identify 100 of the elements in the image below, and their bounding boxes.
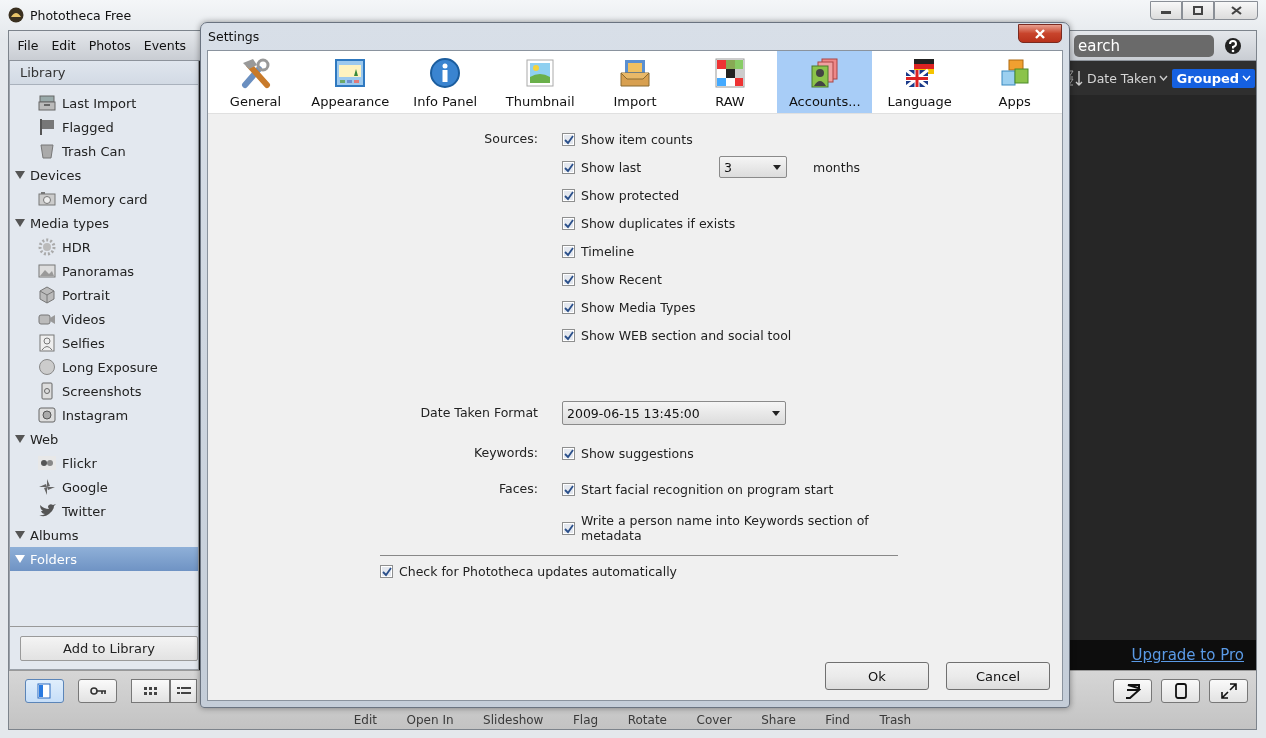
trash-icon <box>38 142 56 160</box>
grouping-button[interactable]: Grouped <box>1172 68 1256 88</box>
months-dropdown[interactable]: 3 <box>719 156 787 178</box>
tree-item[interactable]: Last Import <box>10 91 198 115</box>
checkbox[interactable] <box>562 188 575 202</box>
action-label: Share <box>761 713 796 727</box>
field-label: Date Taken Format <box>419 404 538 422</box>
search-field[interactable]: earch <box>1074 34 1214 57</box>
triangle-icon[interactable] <box>15 170 25 180</box>
triangle-icon[interactable] <box>15 530 25 540</box>
settings-tab[interactable]: Appearance <box>302 51 398 113</box>
checkbox[interactable] <box>562 328 575 342</box>
tree-section[interactable]: Media types <box>10 211 198 235</box>
checkbox[interactable] <box>380 565 393 578</box>
triangle-icon[interactable] <box>15 218 25 228</box>
sidebar-toggle-icon <box>36 683 53 699</box>
tree-item[interactable]: Memory card <box>10 187 198 211</box>
checkbox[interactable] <box>562 446 575 460</box>
camera-icon <box>38 190 56 208</box>
settings-tab[interactable]: Apps <box>967 51 1062 113</box>
checkbox[interactable] <box>562 244 575 258</box>
tablet-button[interactable] <box>1161 679 1200 703</box>
tree-item[interactable]: Portrait <box>10 283 198 307</box>
fullscreen-button[interactable] <box>1209 679 1248 703</box>
tree-item[interactable]: Instagram <box>10 403 198 427</box>
checkbox[interactable] <box>562 482 575 496</box>
action-label: Slideshow <box>483 713 544 727</box>
tree-section[interactable]: Web <box>10 427 198 451</box>
dialog-title: Settings <box>208 29 260 44</box>
settings-tab[interactable]: Import <box>587 51 683 113</box>
close-button[interactable] <box>1018 24 1062 43</box>
cube-icon <box>38 286 56 304</box>
sidebar-toggle-button[interactable] <box>25 679 64 703</box>
help-icon[interactable] <box>1224 36 1242 55</box>
tree-item[interactable]: Panoramas <box>10 259 198 283</box>
picture-frame-icon <box>524 57 557 89</box>
checkbox[interactable] <box>562 521 575 535</box>
option-label: Check for Phototheca updates automatically <box>399 564 677 579</box>
option-label: Show protected <box>581 187 680 203</box>
settings-tab[interactable]: Info Panel <box>397 51 493 113</box>
tree-section[interactable]: Albums <box>10 523 198 547</box>
settings-tab[interactable]: General <box>208 51 303 113</box>
action-label: Trash <box>879 713 912 727</box>
option-label: Show last <box>581 159 643 175</box>
maximize-icon <box>1193 5 1203 15</box>
settings-tab[interactable]: Language <box>872 51 968 113</box>
maximize-button[interactable] <box>1182 0 1214 20</box>
checkbox[interactable] <box>562 216 575 230</box>
panel-header: Library <box>10 61 198 85</box>
tree-item[interactable]: HDR <box>10 235 198 259</box>
tree-section[interactable]: Devices <box>10 163 198 187</box>
checkbox[interactable] <box>562 272 575 286</box>
group-label: Sources: <box>483 130 538 148</box>
tree-item[interactable]: Screenshots <box>10 379 198 403</box>
tree-item[interactable]: Videos <box>10 307 198 331</box>
menu-item[interactable]: File <box>11 38 45 53</box>
menu-item[interactable]: Edit <box>44 38 83 53</box>
tree-item[interactable]: Long Exposure <box>10 355 198 379</box>
info-button[interactable] <box>1113 679 1152 703</box>
settings-tab[interactable]: Thumbnail <box>492 51 588 113</box>
option-label: Show Recent <box>581 271 662 287</box>
sort-button[interactable]: Date Taken <box>1068 70 1169 86</box>
checkbox[interactable] <box>562 160 575 174</box>
chevron-icon <box>1242 75 1252 81</box>
action-label: Cover <box>696 713 732 727</box>
action-label: Open In <box>406 713 454 727</box>
menu-item[interactable]: Photos <box>82 38 138 53</box>
key-button[interactable] <box>78 679 117 703</box>
triangle-icon[interactable] <box>15 554 25 564</box>
option-label: Write a person name into Keywords section of metadata <box>581 513 870 543</box>
tree-item[interactable]: Trash Can <box>10 139 198 163</box>
pinwheel-icon <box>38 478 56 496</box>
expand-icon <box>1220 683 1237 699</box>
window-icon <box>334 57 367 89</box>
checkbox[interactable] <box>562 300 575 314</box>
ok-button[interactable]: Ok <box>825 662 929 690</box>
settings-tab[interactable]: Accounts... <box>777 51 873 113</box>
option-label: Show WEB section and social tool <box>581 327 792 343</box>
dropdown-arrow-icon <box>773 164 781 170</box>
unit-label: months <box>813 159 861 175</box>
option-label: Start facial recognition on program start <box>581 481 834 497</box>
view-mode-button[interactable] <box>131 679 170 703</box>
window-title: Phototheca Free <box>30 7 132 23</box>
tree-item[interactable]: Google <box>10 475 198 499</box>
add-to-library-button[interactable]: Add to Library <box>20 635 198 661</box>
tree-item[interactable]: Flickr <box>10 451 198 475</box>
close-button[interactable] <box>1214 0 1258 20</box>
option-label: Show duplicates if exists <box>581 215 736 231</box>
date-format-dropdown[interactable]: 2009-06-15 13:45:00 <box>562 401 786 425</box>
minimize-button[interactable] <box>1150 0 1182 20</box>
cancel-button[interactable]: Cancel <box>946 662 1050 690</box>
tree-item[interactable]: Flagged <box>10 115 198 139</box>
tree-item[interactable]: Twitter <box>10 499 198 523</box>
menu-item[interactable]: Events <box>137 38 193 53</box>
triangle-icon[interactable] <box>15 434 25 444</box>
view-mode-button[interactable] <box>170 679 197 703</box>
tablet-icon <box>1172 683 1189 699</box>
checkbox[interactable] <box>562 132 575 146</box>
settings-tab[interactable]: RAW <box>682 51 778 113</box>
tree-item[interactable]: Selfies <box>10 331 198 355</box>
